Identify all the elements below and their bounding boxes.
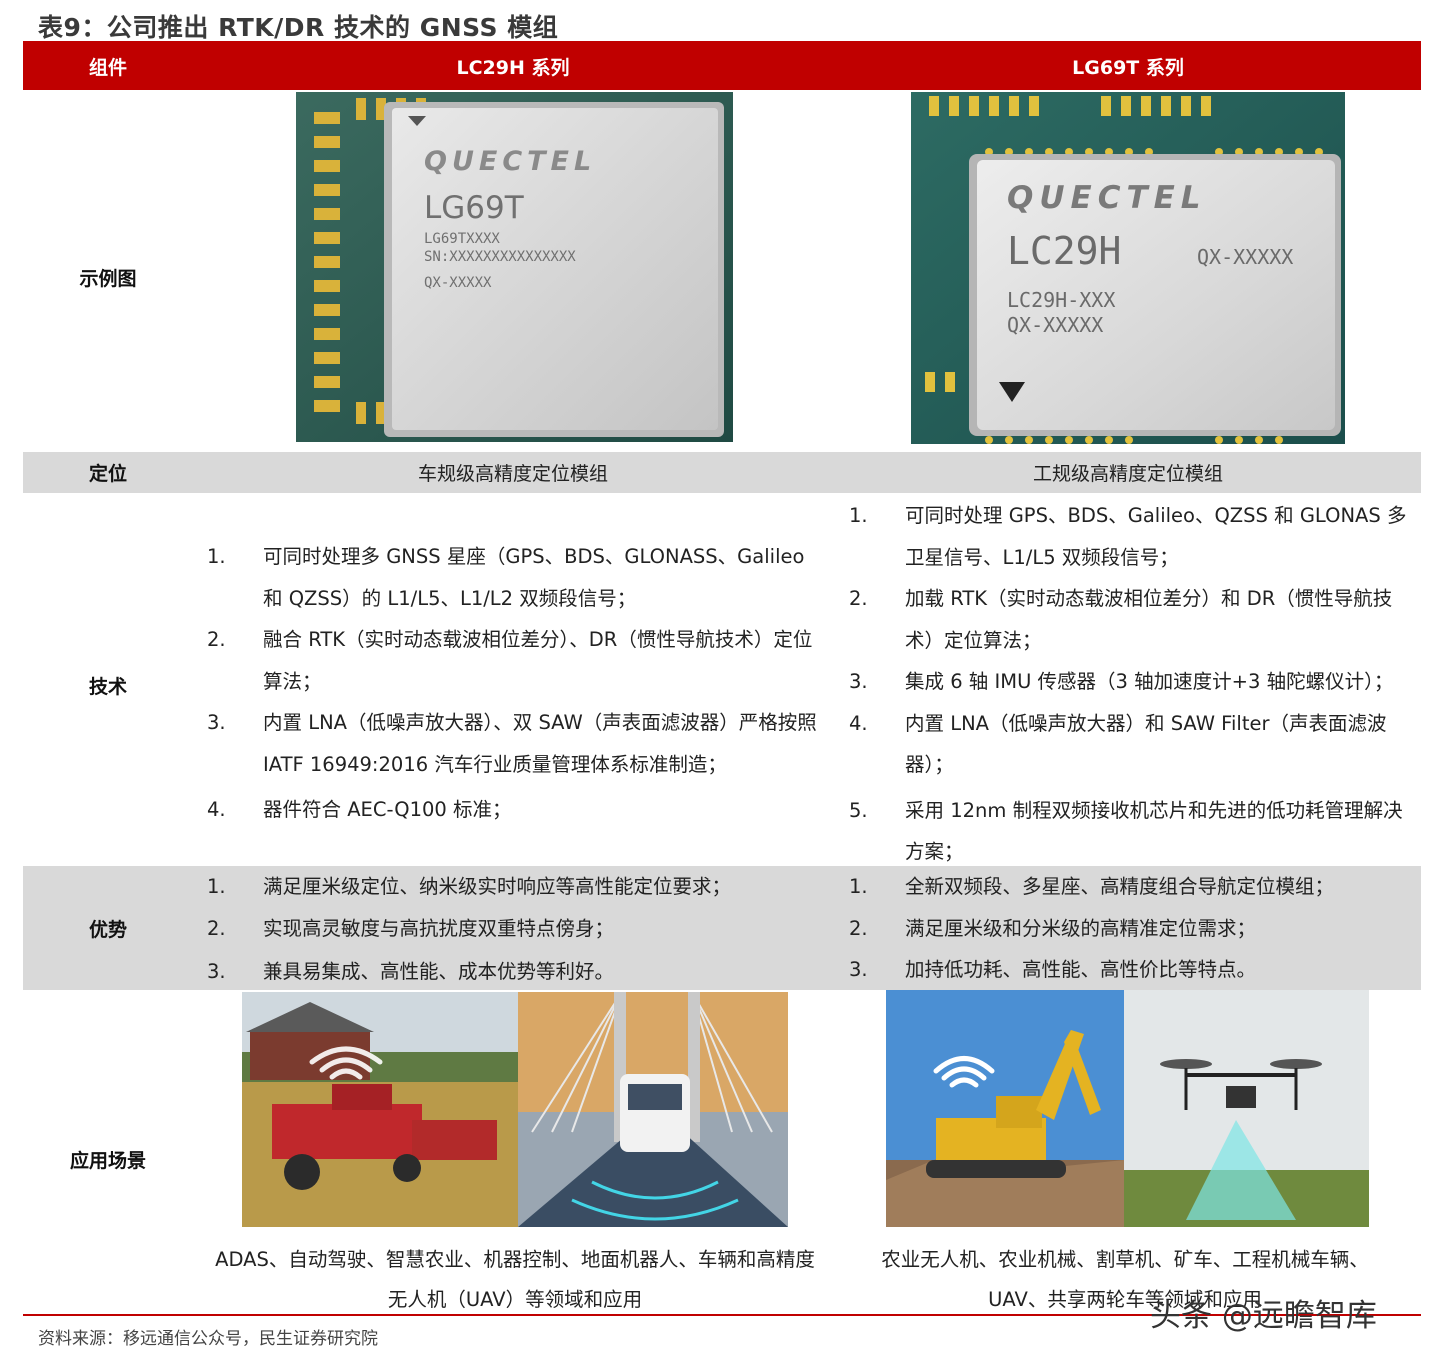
row-label-positioning: 定位	[88, 463, 127, 485]
advantage-list-lc29h: 1. 满足厘米级定位、纳米级实时响应等高性能定位要求； 2. 实现高灵敏度与高抗扰度双…	[207, 866, 817, 993]
svg-text:SN:XXXXXXXXXXXXXXX: SN:XXXXXXXXXXXXXXX	[424, 249, 576, 265]
list-number: 3.	[849, 670, 868, 693]
tech-lc29h-item: 4. 器件符合 AEC-Q100 标准；	[207, 789, 817, 831]
adv-lg69t-item: 1. 全新双频段、多星座、高精度组合导航定位模组；	[849, 866, 1409, 908]
svg-text:QUECTEL: QUECTEL	[424, 146, 596, 177]
header-component: 组件	[88, 57, 127, 79]
row-label-advantages: 优势	[88, 918, 127, 941]
list-text: 内置 LNA（低噪声放大器）和 SAW Filter（声表面滤波器）；	[905, 711, 1387, 777]
list-text: 采用 12nm 制程双频接收机芯片和先进的低功耗管理解决方案；	[905, 798, 1403, 864]
svg-text:QX-XXXXX: QX-XXXXX	[1007, 313, 1103, 337]
list-number: 1.	[207, 545, 226, 568]
chip-image-lc29h: QUECTEL LC29H QX-XXXXX LC29H-XXX QX-XXXX…	[911, 92, 1345, 444]
list-number: 3.	[849, 958, 868, 981]
table-title: 表9：公司推出 RTK/DR 技术的 GNSS 模组	[38, 13, 559, 42]
list-text: 实现高灵敏度与高抗扰度双重特点傍身；	[263, 916, 615, 940]
list-text: 内置 LNA（低噪声放大器）、双 SAW（声表面滤波器）严格按照 IATF 16…	[263, 711, 817, 776]
adv-lg69t-item: 2. 满足厘米级和分米级的高精准定位需求；	[849, 908, 1409, 950]
svg-text:QUECTEL: QUECTEL	[1007, 180, 1207, 216]
tech-lc29h-item: 3. 内置 LNA（低噪声放大器）、双 SAW（声表面滤波器）严格按照 IATF …	[207, 702, 817, 785]
list-text: 兼具易集成、高性能、成本优势等利好。	[263, 960, 615, 983]
excavator-and-drone-image	[886, 990, 1369, 1227]
list-text: 加载 RTK（实时动态载波相位差分）和 DR（惯性导航技术）定位算法；	[905, 587, 1393, 652]
tech-list-lg69t: 1. 可同时处理 GPS、BDS、Galileo、QZSS 和 GLONAS 多卫…	[849, 495, 1409, 873]
list-number: 1.	[207, 875, 226, 898]
positioning-lc29h: 车规级高精度定位模组	[417, 463, 608, 485]
list-number: 1.	[849, 504, 868, 527]
row-label-applications: 应用场景	[69, 1150, 146, 1172]
tech-lc29h-item: 1. 可同时处理多 GNSS 星座（GPS、BDS、GLONASS、Galileo…	[207, 536, 817, 619]
list-text: 可同时处理 GPS、BDS、Galileo、QZSS 和 GLONAS 多卫星信…	[905, 504, 1407, 569]
list-number: 2.	[849, 587, 868, 610]
tech-list-lc29h: 1. 可同时处理多 GNSS 星座（GPS、BDS、GLONASS、Galileo…	[207, 536, 817, 831]
row-label-technology: 技术	[88, 676, 127, 698]
row-positioning: 定位 车规级高精度定位模组 工规级高精度定位模组	[23, 452, 1421, 493]
source-note: 资料来源：移远通信公众号，民生证券研究院	[38, 1329, 378, 1349]
list-text: 满足厘米级定位、纳米级实时响应等高性能定位要求；	[263, 875, 732, 898]
svg-text:QX-XXXXX: QX-XXXXX	[424, 275, 492, 291]
tech-lg69t-item: 5. 采用 12nm 制程双频接收机芯片和先进的低功耗管理解决方案；	[849, 790, 1409, 873]
tech-lg69t-item: 2. 加载 RTK（实时动态载波相位差分）和 DR（惯性导航技术）定位算法；	[849, 578, 1409, 661]
watermark: 头条 @远瞻智库	[1150, 1298, 1377, 1334]
list-text: 可同时处理多 GNSS 星座（GPS、BDS、GLONASS、Galileo 和…	[263, 545, 805, 610]
adv-lc29h-item: 2. 实现高灵敏度与高抗扰度双重特点傍身；	[207, 908, 817, 950]
positioning-lg69t: 工规级高精度定位模组	[1032, 463, 1223, 485]
adv-lc29h-item: 1. 满足厘米级定位、纳米级实时响应等高性能定位要求；	[207, 866, 817, 908]
list-number: 2.	[207, 916, 226, 940]
list-number: 2.	[207, 628, 226, 651]
application-caption-lc29h: ADAS、自动驾驶、智慧农业、机器控制、地面机器人、车辆和高精度无人机（UAV）…	[215, 1248, 815, 1311]
list-text: 器件符合 AEC-Q100 标准；	[263, 798, 512, 821]
list-text: 满足厘米级和分米级的高精准定位需求；	[905, 916, 1257, 940]
list-text: 集成 6 轴 IMU 传感器（3 轴加速度计+3 轴陀螺仪计）；	[905, 670, 1394, 693]
farm-and-bridge-image	[242, 992, 788, 1227]
chip-photo-left: QUECTEL LG69T LG69TXXXX SN:XXXXXXXXXXXXX…	[296, 92, 733, 442]
adv-lg69t-item: 3. 加持低功耗、高性能、高性价比等特点。	[849, 949, 1409, 991]
row-label-image: 示例图	[79, 268, 137, 290]
application-photos-left	[242, 992, 788, 1227]
list-number: 1.	[849, 875, 868, 898]
adv-lc29h-item: 3. 兼具易集成、高性能、成本优势等利好。	[207, 951, 817, 993]
svg-text:QX-XXXXX: QX-XXXXX	[1197, 245, 1293, 269]
svg-text:LG69TXXXX: LG69TXXXX	[424, 231, 500, 247]
advantage-list-lg69t: 1. 全新双频段、多星座、高精度组合导航定位模组； 2. 满足厘米级和分米级的高精准定…	[849, 866, 1409, 991]
list-number: 2.	[849, 916, 868, 940]
tech-lc29h-item: 2. 融合 RTK（实时动态载波相位差分）、DR（惯性导航技术）定位算法；	[207, 619, 817, 702]
list-number: 3.	[207, 711, 226, 734]
header-lg69t: LG69T 系列	[1072, 57, 1184, 79]
svg-text:LC29H-XXX: LC29H-XXX	[1007, 288, 1115, 312]
table-header: 组件 LC29H 系列 LG69T 系列	[23, 43, 1421, 90]
list-text: 融合 RTK（实时动态载波相位差分）、DR（惯性导航技术）定位算法；	[263, 628, 813, 693]
svg-text:LG69T: LG69T	[424, 190, 525, 226]
list-number: 4.	[849, 711, 868, 735]
svg-text:LC29H: LC29H	[1007, 229, 1121, 273]
list-number: 3.	[207, 960, 226, 983]
list-number: 4.	[207, 798, 226, 821]
tech-lg69t-item: 4. 内置 LNA（低噪声放大器）和 SAW Filter（声表面滤波器）；	[849, 703, 1409, 786]
list-text: 加持低功耗、高性能、高性价比等特点。	[905, 958, 1257, 981]
chip-photo-right: QUECTEL LC29H QX-XXXXX LC29H-XXX QX-XXXX…	[911, 92, 1345, 444]
chip-image-lg69t: QUECTEL LG69T LG69TXXXX SN:XXXXXXXXXXXXX…	[296, 92, 733, 442]
list-text: 全新双频段、多星座、高精度组合导航定位模组；	[905, 875, 1335, 898]
tech-lg69t-item: 3. 集成 6 轴 IMU 传感器（3 轴加速度计+3 轴陀螺仪计）；	[849, 661, 1409, 703]
list-number: 5.	[849, 798, 868, 822]
tech-lg69t-item: 1. 可同时处理 GPS、BDS、Galileo、QZSS 和 GLONAS 多卫…	[849, 495, 1409, 578]
application-photos-right	[886, 990, 1369, 1227]
header-lc29h: LC29H 系列	[456, 57, 570, 79]
